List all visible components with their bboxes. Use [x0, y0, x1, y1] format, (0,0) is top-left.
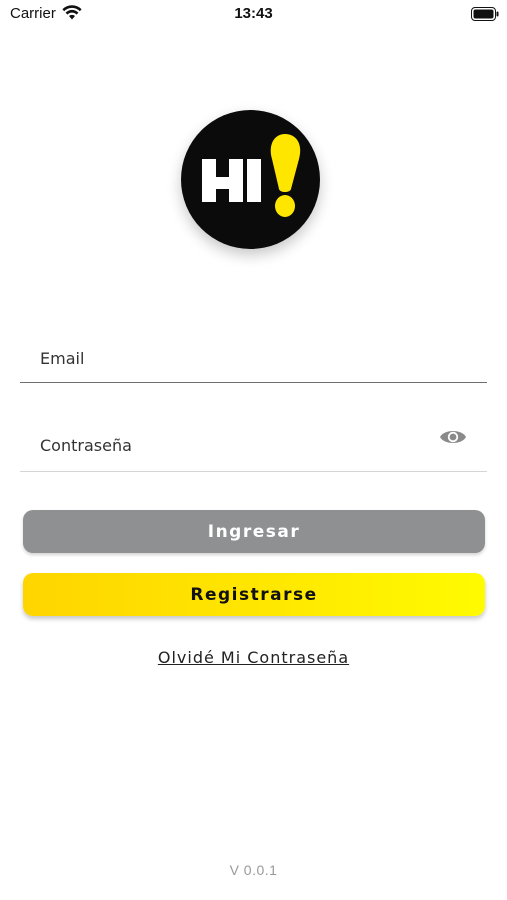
register-button[interactable]: Registrarse	[23, 573, 485, 616]
hi-logo-icon	[202, 134, 301, 217]
email-field-container	[20, 332, 487, 383]
battery-icon	[471, 7, 499, 21]
eye-icon[interactable]	[439, 427, 467, 447]
password-field[interactable]	[20, 420, 487, 471]
app-logo	[181, 110, 320, 249]
status-time: 13:43	[234, 5, 273, 22]
forgot-password-link[interactable]: Olvidé Mi Contraseña	[0, 648, 507, 667]
password-field-container	[20, 420, 487, 472]
status-bar: Carrier 13:43	[0, 0, 507, 28]
login-button[interactable]: Ingresar	[23, 510, 485, 553]
email-field[interactable]	[20, 332, 487, 382]
app-version: V 0.0.1	[229, 862, 278, 878]
